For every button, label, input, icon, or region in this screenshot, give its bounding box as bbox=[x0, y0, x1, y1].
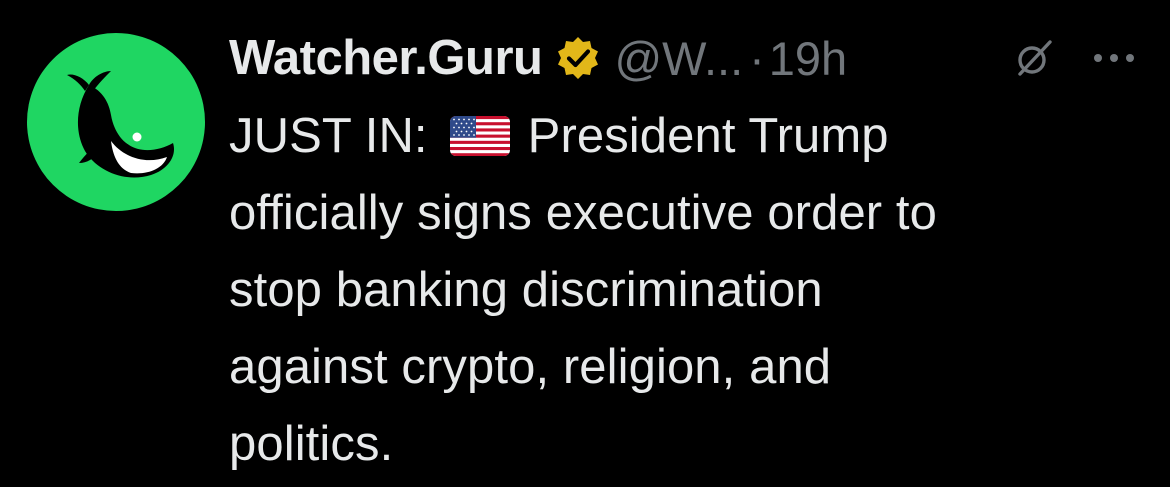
author-avatar[interactable] bbox=[27, 33, 205, 211]
text-prefix: JUST IN: bbox=[229, 109, 428, 163]
grok-icon[interactable] bbox=[1012, 36, 1056, 80]
tweet-text-line-2: officially signs executive order to bbox=[229, 186, 937, 240]
tweet-text-line-5: politics. bbox=[229, 417, 394, 471]
tweet-text-line-4: against crypto, religion, and bbox=[229, 340, 832, 394]
tweet-text-line-3: stop banking discrimination bbox=[229, 263, 823, 317]
author-handle[interactable]: @W... bbox=[614, 31, 743, 86]
tweet-header: Watcher.Guru @W... · 19h bbox=[229, 22, 1149, 94]
verified-badge-icon[interactable] bbox=[554, 34, 602, 82]
us-flag-icon bbox=[449, 102, 510, 156]
tweet-text: JUST IN: President Trump officially sign… bbox=[229, 98, 1149, 483]
tweet-timestamp[interactable]: 19h bbox=[769, 31, 847, 86]
more-options-icon[interactable] bbox=[1086, 42, 1142, 74]
text-line-1-rest: President Trump bbox=[527, 109, 889, 163]
tweet[interactable]: Watcher.Guru @W... · 19h JUST IN: Presid… bbox=[0, 0, 1170, 487]
whale-logo-icon bbox=[67, 71, 175, 178]
author-display-name[interactable]: Watcher.Guru bbox=[229, 30, 543, 86]
tweet-text-line-1: JUST IN: President Trump bbox=[229, 98, 1149, 175]
separator-dot: · bbox=[749, 31, 765, 85]
